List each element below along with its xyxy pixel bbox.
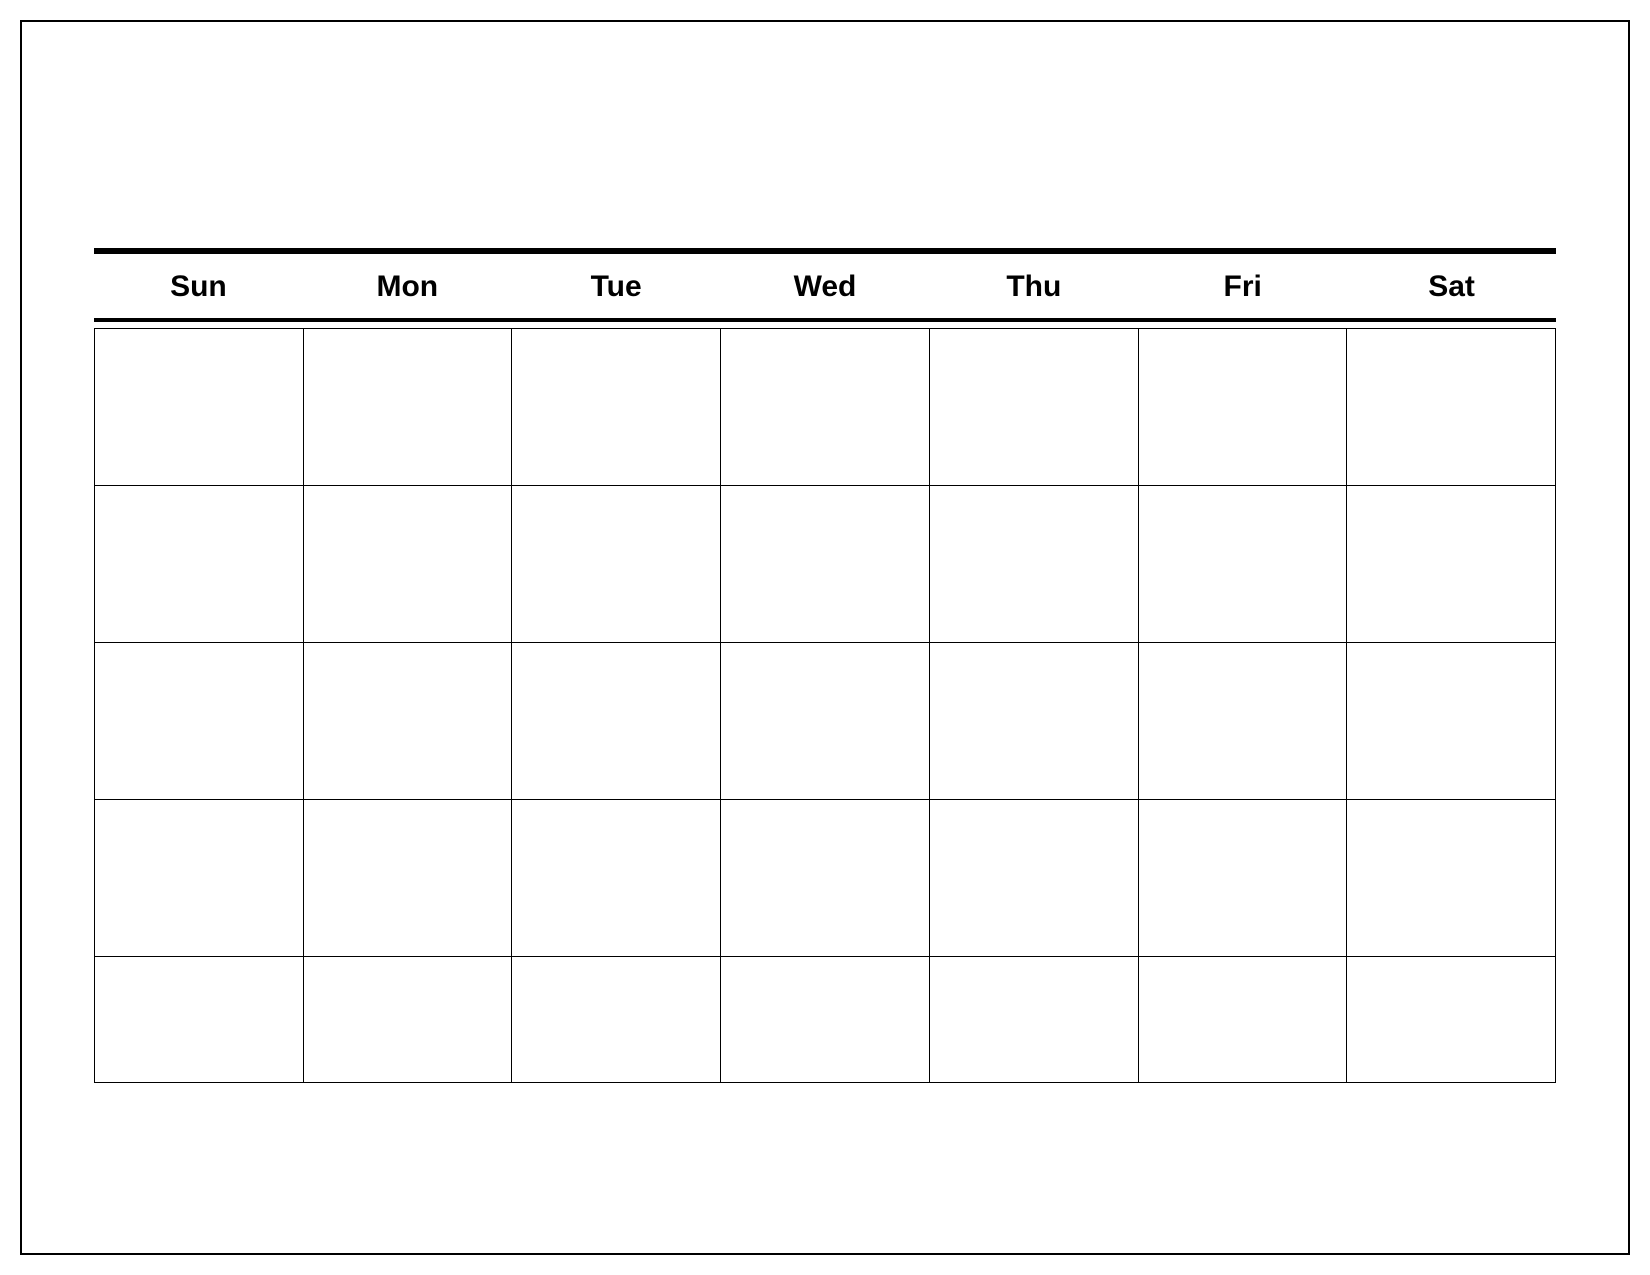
calendar-cell — [95, 800, 304, 957]
calendar-cell — [95, 329, 304, 486]
calendar-cell — [721, 957, 930, 1083]
calendar-cell — [721, 800, 930, 957]
day-header-row: Sun Mon Tue Wed Thu Fri Sat — [94, 254, 1556, 318]
calendar-cell — [930, 486, 1139, 643]
calendar-cell — [1139, 957, 1348, 1083]
calendar-cell — [512, 800, 721, 957]
calendar-cell — [95, 957, 304, 1083]
calendar-cell — [1139, 329, 1348, 486]
calendar-cell — [304, 329, 513, 486]
calendar-cell — [930, 329, 1139, 486]
calendar: Sun Mon Tue Wed Thu Fri Sat — [94, 248, 1556, 1083]
calendar-cell — [721, 643, 930, 800]
calendar-cell — [512, 957, 721, 1083]
calendar-cell — [930, 800, 1139, 957]
calendar-cell — [1347, 957, 1556, 1083]
calendar-cell — [1139, 486, 1348, 643]
calendar-cell — [304, 957, 513, 1083]
calendar-cell — [1347, 329, 1556, 486]
calendar-cell — [304, 800, 513, 957]
calendar-cell — [95, 643, 304, 800]
calendar-grid — [94, 328, 1556, 1083]
calendar-cell — [721, 486, 930, 643]
day-header-wed: Wed — [721, 270, 930, 304]
day-header-thu: Thu — [929, 270, 1138, 304]
calendar-cell — [1139, 800, 1348, 957]
calendar-cell — [304, 486, 513, 643]
calendar-cell — [512, 329, 721, 486]
day-header-mon: Mon — [303, 270, 512, 304]
calendar-cell — [1347, 800, 1556, 957]
day-header-tue: Tue — [512, 270, 721, 304]
calendar-cell — [304, 643, 513, 800]
calendar-cell — [1347, 486, 1556, 643]
calendar-cell — [512, 486, 721, 643]
day-header-fri: Fri — [1138, 270, 1347, 304]
calendar-cell — [95, 486, 304, 643]
calendar-cell — [1347, 643, 1556, 800]
calendar-cell — [930, 957, 1139, 1083]
calendar-cell — [930, 643, 1139, 800]
day-header-sat: Sat — [1347, 270, 1556, 304]
calendar-cell — [721, 329, 930, 486]
day-header-sun: Sun — [94, 270, 303, 304]
calendar-cell — [1139, 643, 1348, 800]
header-rule-bottom — [94, 318, 1556, 322]
calendar-cell — [512, 643, 721, 800]
